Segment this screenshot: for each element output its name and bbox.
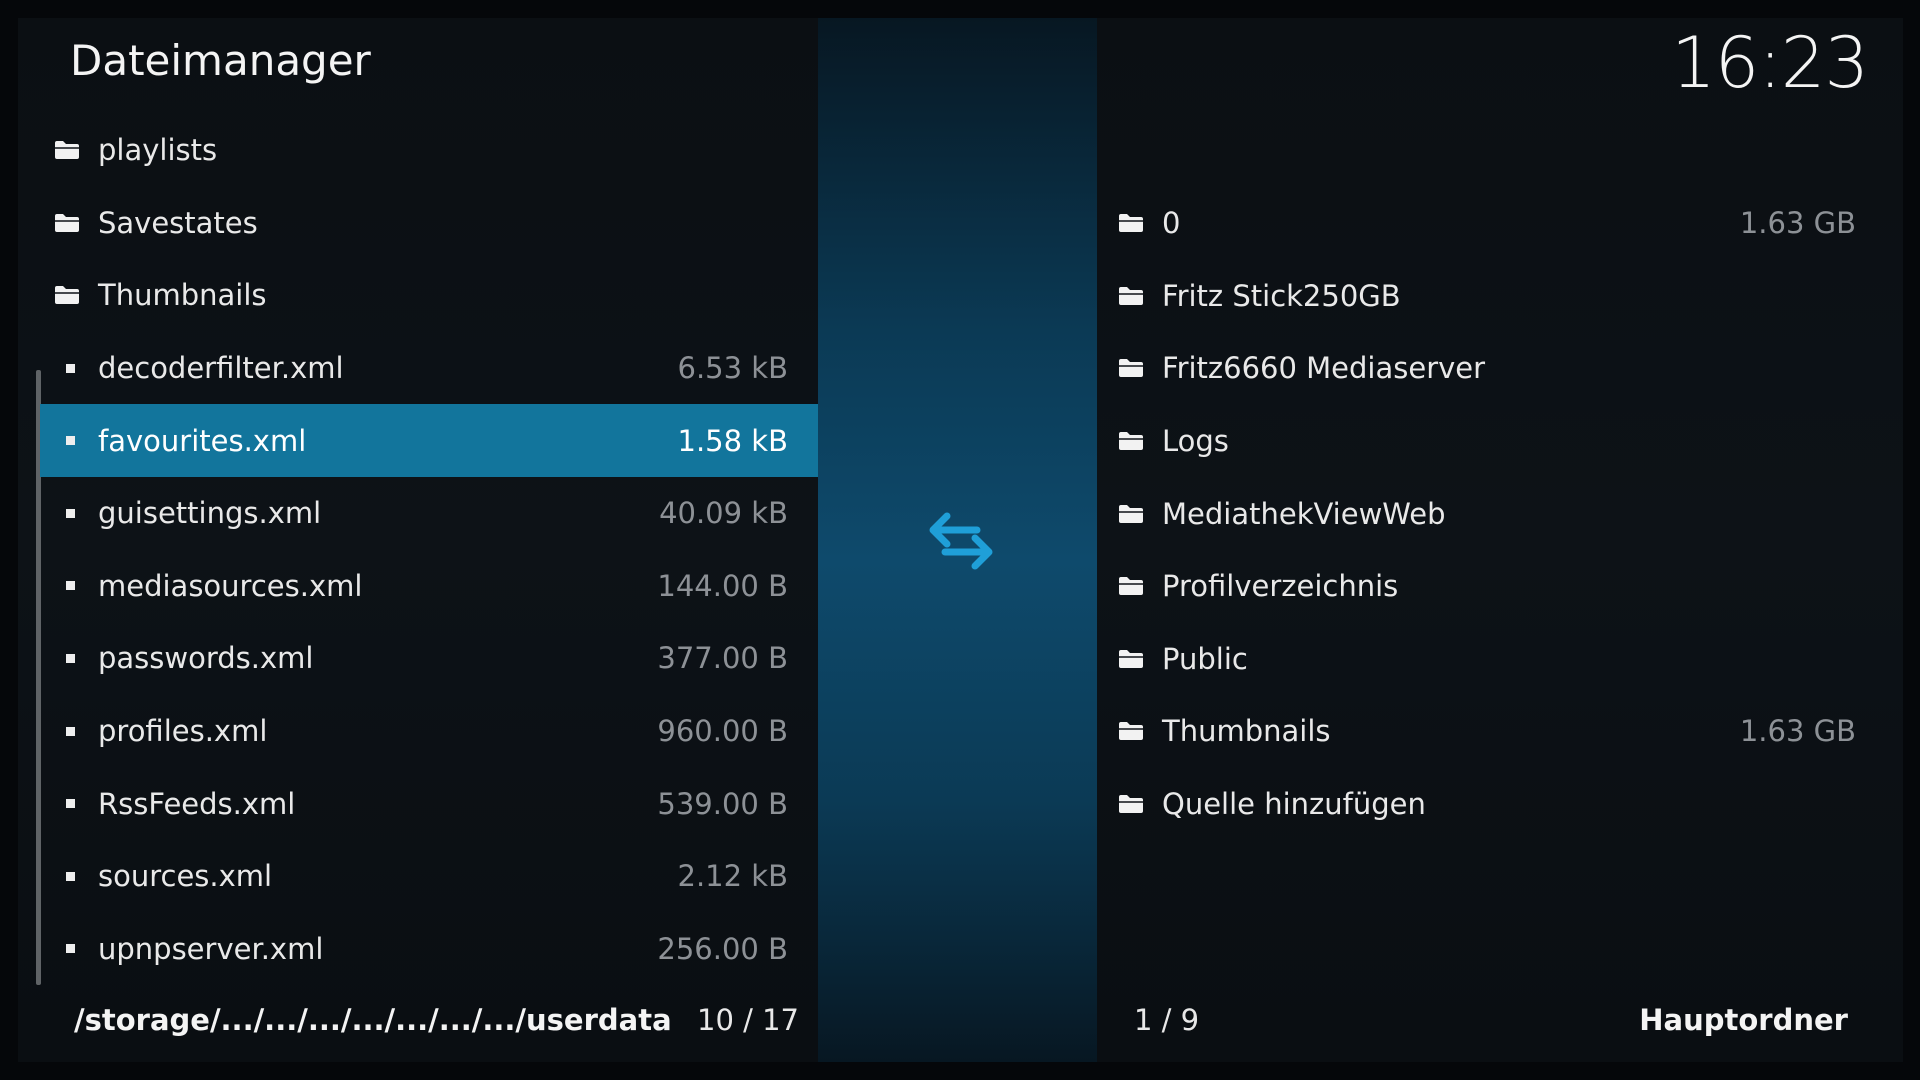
left-item-count: 10 / 17 (697, 1003, 800, 1037)
folder-item[interactable]: Thumbnails (40, 259, 818, 332)
file-item[interactable]: sources.xml 2.12 kB (40, 840, 818, 913)
file-item[interactable]: mediasources.xml 144.00 B (40, 550, 818, 623)
item-size: 256.00 B (657, 931, 788, 966)
item-size: 6.53 kB (677, 351, 788, 386)
item-name: profiles.xml (98, 714, 268, 749)
file-item[interactable]: upnpserver.xml 256.00 B (40, 913, 818, 986)
file-item[interactable]: favourites.xml 1.58 kB (40, 404, 818, 477)
folder-item[interactable]: playlists (40, 114, 818, 187)
file-icon (52, 363, 82, 373)
item-name: 0 (1162, 206, 1181, 241)
clock: 16:23 (1671, 22, 1869, 104)
folder-icon (1116, 576, 1146, 596)
item-name: decoderfilter.xml (98, 351, 344, 386)
item-size: 960.00 B (657, 714, 788, 749)
item-size: 1.63 GB (1739, 714, 1856, 749)
item-size: 1.58 kB (677, 423, 788, 458)
folder-item[interactable]: Fritz6660 Mediaserver (1098, 332, 1878, 405)
folder-item[interactable]: Logs (1098, 405, 1878, 478)
file-icon (52, 508, 82, 518)
left-file-list: playlists Savestates Thumbnails decoderfilt… (40, 114, 818, 985)
item-name: guisettings.xml (98, 496, 322, 531)
folder-item[interactable]: Public (1098, 623, 1878, 696)
item-name: Fritz Stick250GB (1162, 278, 1401, 313)
folder-item[interactable]: Thumbnails 1.63 GB (1098, 695, 1878, 768)
item-name: upnpserver.xml (98, 931, 324, 966)
file-item[interactable]: passwords.xml 377.00 B (40, 622, 818, 695)
item-name: Logs (1162, 424, 1229, 459)
item-name: favourites.xml (98, 423, 307, 458)
folder-item[interactable]: MediathekViewWeb (1098, 477, 1878, 550)
item-size: 539.00 B (657, 786, 788, 821)
item-size: 377.00 B (657, 641, 788, 676)
file-icon (52, 871, 82, 881)
folder-icon (1116, 358, 1146, 378)
item-name: Public (1162, 641, 1248, 676)
folder-icon (52, 140, 82, 160)
root-folder-label: Hauptordner (1639, 1003, 1848, 1037)
item-size: 1.63 GB (1739, 206, 1856, 241)
item-name: playlists (98, 133, 218, 168)
file-icon (52, 944, 82, 954)
folder-icon (1116, 649, 1146, 669)
item-name: RssFeeds.xml (98, 786, 296, 821)
file-icon (52, 653, 82, 663)
file-icon (52, 581, 82, 591)
folder-icon (1116, 794, 1146, 814)
page-title: Dateimanager (70, 36, 371, 85)
file-item[interactable]: profiles.xml 960.00 B (40, 695, 818, 768)
file-icon (52, 436, 82, 446)
item-name: Savestates (98, 205, 258, 240)
right-item-count: 1 / 9 (1134, 1003, 1200, 1037)
file-item[interactable]: decoderfilter.xml 6.53 kB (40, 332, 818, 405)
item-size: 144.00 B (657, 568, 788, 603)
item-name: Fritz6660 Mediaserver (1162, 351, 1486, 386)
folder-icon (1116, 213, 1146, 233)
folder-icon (1116, 286, 1146, 306)
item-name: passwords.xml (98, 641, 314, 676)
folder-icon (1116, 431, 1146, 451)
file-icon (52, 799, 82, 809)
folder-item[interactable]: Profilverzeichnis (1098, 550, 1878, 623)
folder-icon (1116, 504, 1146, 524)
folder-icon (52, 213, 82, 233)
folder-item[interactable]: Fritz Stick250GB (1098, 260, 1878, 333)
file-icon (52, 726, 82, 736)
item-name: Thumbnails (1162, 714, 1331, 749)
item-size: 2.12 kB (677, 859, 788, 894)
folder-item[interactable]: Quelle hinzufügen (1098, 768, 1878, 841)
folder-icon (1116, 721, 1146, 741)
item-name: Profilverzeichnis (1162, 569, 1399, 604)
item-name: mediasources.xml (98, 568, 363, 603)
item-name: Quelle hinzufügen (1162, 787, 1426, 822)
item-name: MediathekViewWeb (1162, 496, 1446, 531)
swap-arrows-icon[interactable] (925, 510, 997, 572)
current-path: /storage/.../.../.../.../.../.../.../use… (74, 1003, 672, 1037)
file-item[interactable]: guisettings.xml 40.09 kB (40, 477, 818, 550)
item-name: Thumbnails (98, 278, 267, 313)
folder-item[interactable]: Savestates (40, 187, 818, 260)
right-file-list: 0 1.63 GB Fritz Stick250GB Fritz6660 Medias… (1098, 187, 1878, 840)
file-item[interactable]: RssFeeds.xml 539.00 B (40, 767, 818, 840)
folder-icon (52, 285, 82, 305)
item-name: sources.xml (98, 859, 273, 894)
item-size: 40.09 kB (659, 496, 788, 531)
folder-item[interactable]: 0 1.63 GB (1098, 187, 1878, 260)
